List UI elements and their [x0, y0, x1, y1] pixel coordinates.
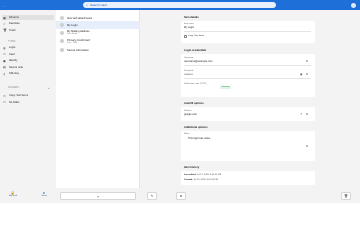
item-list: Item with attachments My Login My Mailin…	[56, 10, 140, 203]
sidebar-item-favorites[interactable]: ☆ Favorites	[2, 21, 54, 26]
clone-icon: ⧉	[179, 194, 183, 198]
item-icon	[60, 39, 64, 43]
item-icon	[60, 30, 64, 35]
sidebar-item-label: All items	[9, 16, 19, 19]
sidebar-item-secure-note[interactable]: ▤ Secure note	[2, 65, 54, 70]
grid-icon: ▦	[3, 15, 6, 20]
password-field[interactable]: Password •••••••••• ◉ ⧉	[184, 70, 311, 79]
copy-icon[interactable]: ⧉	[306, 112, 308, 116]
trash-icon: 🗑	[3, 28, 7, 33]
types-header: TYPES	[8, 41, 16, 43]
search-bar[interactable]: ⌕ Search vault	[83, 2, 276, 8]
account-avatar[interactable]	[351, 2, 356, 8]
trash-icon: 🗑	[343, 194, 349, 198]
my-vault-button[interactable]: 🔒 My vault	[3, 191, 23, 202]
sidebar-item-label: SSH key	[9, 72, 20, 75]
sidebar-item-card[interactable]: ▭ Card	[2, 52, 54, 57]
copy-icon[interactable]: ⧉	[306, 72, 308, 76]
website-field[interactable]: Website google.com ↗ ⧉	[184, 110, 311, 119]
folder-icon: ▭	[3, 93, 6, 98]
last-edited-row: Last edited: Jul 13, 2026, 9:01:54 PM	[184, 174, 222, 176]
item-icon	[60, 47, 64, 52]
pencil-icon: ✎	[150, 194, 154, 198]
detail-footer	[140, 188, 360, 203]
notes-value: This login has notes	[188, 137, 211, 140]
search-input[interactable]: Search vault	[90, 3, 107, 7]
sidebar-item-identity[interactable]: ▣ Identity	[2, 58, 54, 63]
key-icon: ⚷	[3, 71, 6, 76]
sidebar-item-label: Login	[9, 46, 16, 49]
edit-button[interactable]: ✎	[147, 192, 157, 200]
additional-options-heading: Additional options	[184, 126, 208, 129]
sidebar-item-label: Card	[9, 52, 15, 56]
card-icon: ▭	[3, 52, 6, 57]
sidebar-item-trash[interactable]: 🗑 Trash	[2, 28, 54, 33]
search-icon: ⌕	[86, 2, 88, 7]
copy-icon[interactable]: ⧉	[306, 144, 308, 148]
sidebar-item-login[interactable]: ◍ Login	[2, 45, 54, 50]
username-field[interactable]: Username username@example.com ⧉	[184, 57, 311, 66]
sidebar-item-label: Trash	[9, 28, 16, 32]
sidebar-item-label: No folder	[9, 100, 20, 104]
item-icon	[60, 22, 64, 27]
sidebar-item-no-folder[interactable]: ▭ No folder	[2, 100, 54, 105]
sidebar-item-label: Secure note	[9, 65, 23, 69]
item-details-heading: Item details	[184, 16, 199, 19]
list-item[interactable]: Secure information	[56, 46, 140, 54]
sidebar-item-label: Copy: Saz Items	[9, 94, 29, 97]
folder-checkbox[interactable]	[184, 35, 187, 38]
sidebar	[0, 10, 56, 203]
copy-icon[interactable]: ⧉	[306, 59, 308, 63]
clone-button[interactable]: ⧉	[176, 192, 186, 200]
globe-icon: ◍	[3, 45, 6, 50]
totp-field: Verification code (TOTP) Premium	[184, 83, 232, 89]
sidebar-item-all-items[interactable]: ▦ All items	[2, 15, 54, 20]
sidebar-item-label: Favorites	[9, 22, 20, 25]
sidebar-item-label: Identity	[9, 59, 18, 62]
created-row: Created: Jul 13, 2026, 9:01:54 PM	[184, 178, 218, 181]
send-button[interactable]: ➤ Send	[34, 191, 54, 202]
item-name-field[interactable]: Item name My Login	[184, 23, 311, 32]
premium-badge: Premium	[220, 85, 232, 89]
title-bar: ··· ⌕ Search vault	[0, 0, 360, 10]
login-credentials-heading: Login credentials	[184, 49, 207, 52]
eye-icon[interactable]: ◉	[300, 72, 302, 76]
add-folder-button[interactable]: +	[48, 86, 50, 90]
window-menu-dots[interactable]: ···	[3, 4, 6, 8]
folder-icon: ▭	[3, 100, 6, 105]
sidebar-item-folder-copy-saz[interactable]: ▭ Copy: Saz Items	[2, 93, 54, 98]
folder-row: Copy: Saz Items	[184, 35, 311, 40]
autofill-options-heading: Autofill options	[184, 102, 204, 105]
notes-label-row: Notes	[184, 133, 190, 135]
delete-button[interactable]: 🗑	[341, 192, 351, 200]
add-item-button[interactable]: +	[60, 192, 136, 200]
item-icon	[60, 15, 64, 20]
sidebar-item-ssh-key[interactable]: ⚷ SSH key	[2, 71, 54, 76]
list-item[interactable]: Primary Credit Card Visa, *1234	[56, 38, 140, 46]
list-item[interactable]: My Mailing Address John Smith	[56, 29, 140, 37]
item-history-heading: Item history	[184, 166, 200, 169]
additional-options-card	[181, 131, 315, 161]
note-icon: ▤	[3, 65, 6, 70]
id-icon: ▣	[3, 58, 6, 63]
folders-header: FOLDERS	[8, 87, 19, 89]
list-item-selected[interactable]: My Login	[56, 21, 140, 29]
star-icon: ☆	[3, 21, 6, 26]
launch-icon[interactable]: ↗	[300, 112, 302, 116]
